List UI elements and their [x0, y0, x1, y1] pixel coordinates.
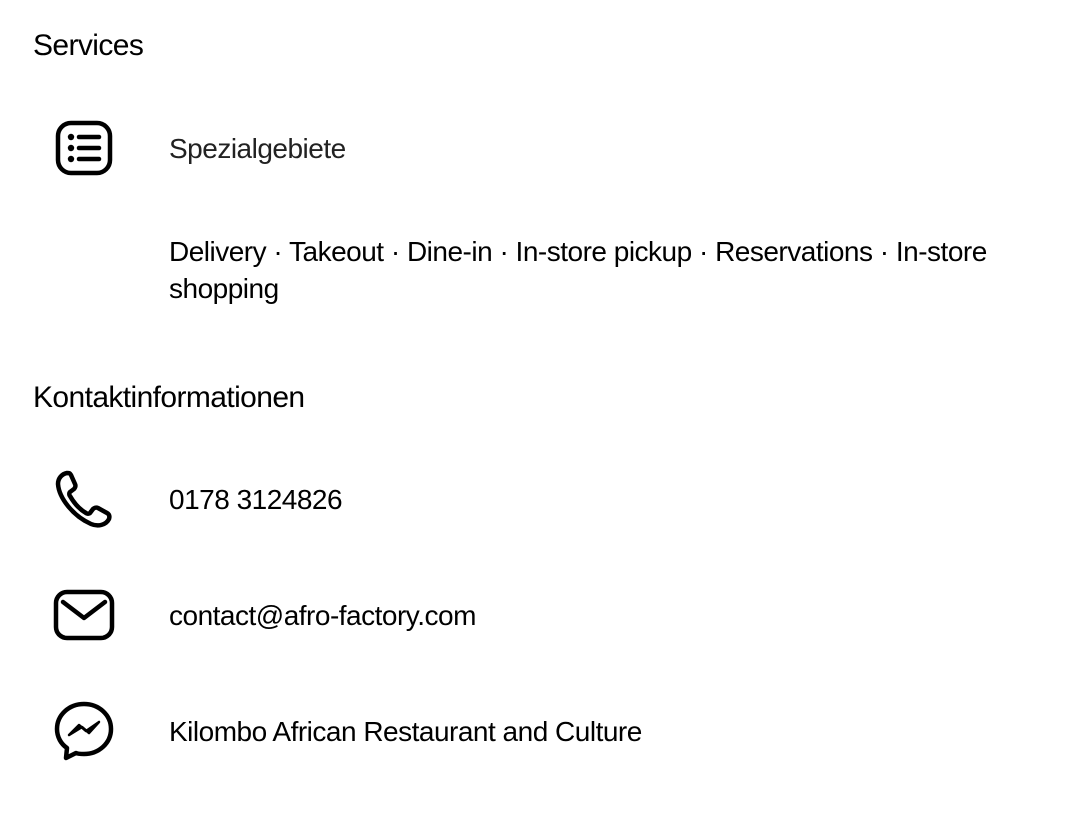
list-icon: [52, 116, 116, 180]
contact-heading: Kontaktinformationen: [33, 381, 305, 414]
services-heading: Services: [33, 29, 144, 62]
email-address[interactable]: contact@afro-factory.com: [169, 598, 476, 634]
phone-icon[interactable]: [52, 467, 116, 531]
phone-number[interactable]: 0178 3124826: [169, 482, 343, 518]
service-options-list: Delivery · Takeout · Dine-in · In-store …: [169, 236, 987, 304]
specialties-label: Spezialgebiete: [169, 133, 346, 164]
messenger-icon[interactable]: [52, 699, 116, 763]
messenger-name[interactable]: Kilombo African Restaurant and Culture: [169, 714, 642, 750]
mail-icon[interactable]: [52, 583, 116, 647]
